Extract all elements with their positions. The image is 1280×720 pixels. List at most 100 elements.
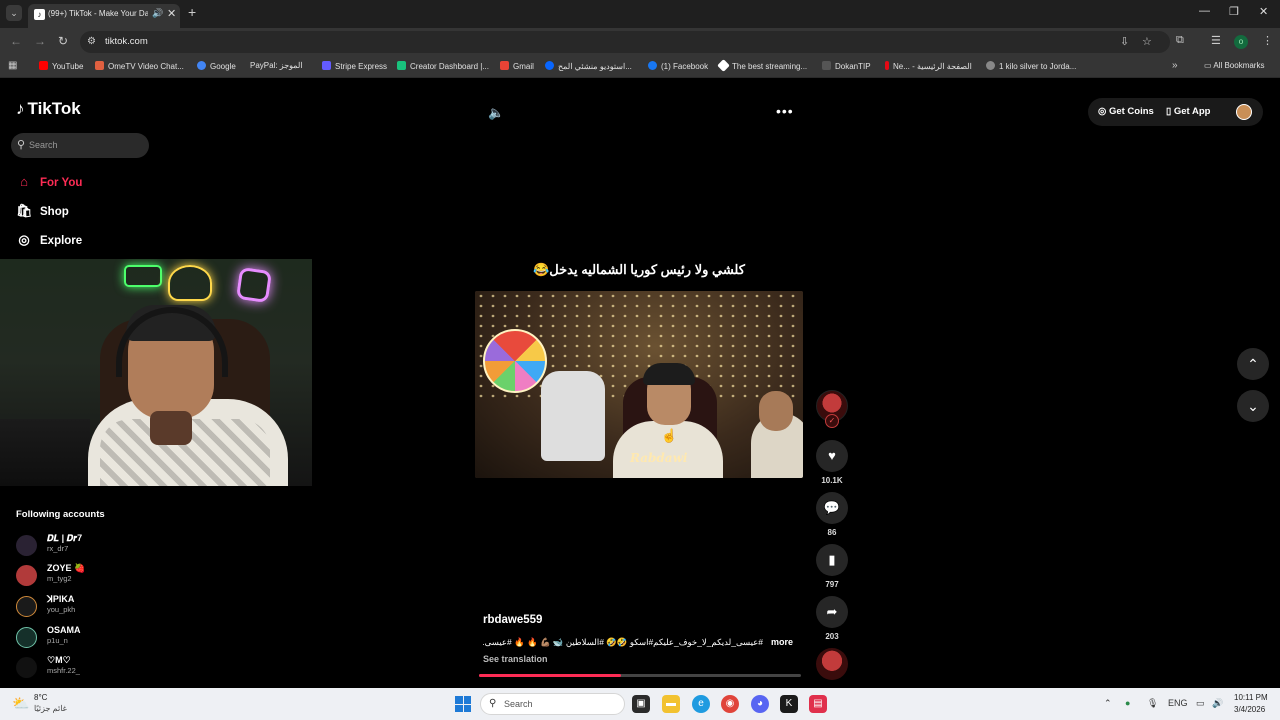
- progress-fill: [479, 674, 621, 677]
- weather-temperature: 8°C: [34, 693, 48, 702]
- video-progress-bar[interactable]: [479, 674, 801, 677]
- account-username: mshfr.22_: [47, 666, 80, 675]
- prize-wheel: [483, 329, 547, 393]
- bookmark-silver[interactable]: 1 kilo silver to Jorda...: [986, 61, 1076, 71]
- netflix-icon: [885, 61, 889, 70]
- bookmark-label: Gmail: [513, 62, 534, 71]
- file-explorer-icon[interactable]: ▬: [662, 695, 680, 713]
- bookmark-icon: ▮: [828, 552, 836, 567]
- previous-video-button[interactable]: ⌃: [1237, 348, 1269, 380]
- comment-count: 86: [827, 528, 837, 537]
- like-button[interactable]: ♥: [816, 440, 848, 472]
- more-options-icon[interactable]: •••: [776, 103, 794, 119]
- get-app-button[interactable]: ▯ Get App: [1166, 106, 1210, 117]
- network-icon[interactable]: ▭: [1196, 698, 1205, 709]
- chrome-icon[interactable]: ◉: [721, 695, 739, 713]
- followed-check-icon[interactable]: ✓: [825, 414, 839, 428]
- bookmark-creator-dashboard[interactable]: Creator Dashboard |...: [397, 61, 489, 71]
- volume-tray-icon[interactable]: 🔊: [1212, 698, 1223, 709]
- volume-icon[interactable]: 🔈: [488, 105, 504, 121]
- edge-icon[interactable]: e: [692, 695, 710, 713]
- reload-button[interactable]: ↻: [58, 34, 68, 48]
- chevron-down-icon: ⌄: [1247, 398, 1259, 414]
- task-view-icon[interactable]: ▣: [632, 695, 650, 713]
- share-button[interactable]: ➦: [816, 596, 848, 628]
- bookmark-streaming[interactable]: The best streaming...: [717, 59, 807, 72]
- tray-status-icon[interactable]: ●: [1125, 698, 1130, 708]
- shop-bag-icon: 🛍: [16, 203, 33, 218]
- profile-avatar[interactable]: o: [1234, 35, 1248, 49]
- nav-for-you[interactable]: ⌂ For You: [16, 174, 82, 194]
- nav-label: Explore: [40, 235, 83, 247]
- bookmark-google[interactable]: Google: [197, 61, 236, 71]
- partly-cloudy-icon[interactable]: ⛅: [12, 695, 29, 712]
- all-bookmarks-folder[interactable]: ▭ All Bookmarks: [1204, 61, 1264, 70]
- user-avatar[interactable]: [1236, 104, 1252, 120]
- bookmark-stripe[interactable]: Stripe Express: [322, 61, 387, 71]
- kick-app-icon[interactable]: K: [780, 695, 798, 713]
- search-input[interactable]: ⚲ Search: [11, 133, 149, 158]
- bookmark-label: (1) Facebook: [661, 62, 709, 71]
- site-info-icon[interactable]: ⚙: [87, 36, 96, 47]
- minimize-button[interactable]: —: [1199, 5, 1210, 17]
- video-player[interactable]: Rabdawi ☝: [475, 291, 803, 478]
- nav-explore[interactable]: ◎ Explore: [16, 232, 82, 252]
- get-coins-button[interactable]: ◎ Get Coins: [1098, 106, 1154, 117]
- logo-text: TikTok: [27, 99, 81, 118]
- tab-tiktok[interactable]: ♪ (99+) TikTok - Make Your Day 🔊 ✕: [28, 4, 180, 28]
- chrome-menu-icon[interactable]: ⋮: [1262, 34, 1273, 47]
- app-icon[interactable]: ▤: [809, 695, 827, 713]
- address-bar[interactable]: ⚙ tiktok.com ⇩ ☆: [80, 31, 1170, 53]
- see-translation-link[interactable]: See translation: [483, 654, 548, 664]
- bookmark-gmail[interactable]: Gmail: [500, 61, 534, 71]
- microphone-icon[interactable]: 🎙: [1147, 698, 1158, 709]
- install-app-icon[interactable]: ⇩: [1120, 35, 1129, 48]
- all-bookmarks-label: All Bookmarks: [1213, 61, 1265, 70]
- bookmark-dokantip[interactable]: DokanTIP: [822, 61, 871, 71]
- tiktok-note-icon: ♪: [16, 99, 25, 118]
- discord-icon[interactable]: ◕: [751, 695, 769, 713]
- google-icon: [197, 61, 206, 70]
- clock-time[interactable]: 10:11 PM: [1234, 693, 1268, 702]
- comment-button[interactable]: 💬: [816, 492, 848, 524]
- tiktok-logo[interactable]: ♪ TikTok: [16, 99, 81, 119]
- apps-grid-icon[interactable]: ▦: [8, 60, 17, 71]
- following-accounts-title: Following accounts: [16, 509, 105, 520]
- restore-button[interactable]: ❐: [1229, 5, 1239, 18]
- new-tab-button[interactable]: +: [188, 5, 196, 19]
- language-indicator[interactable]: ENG: [1168, 698, 1188, 708]
- video-author[interactable]: rbdawe559: [483, 614, 542, 626]
- more-bookmarks-icon[interactable]: »: [1172, 60, 1178, 71]
- bookmark-netflix[interactable]: Ne... - الصفحة الرئيسية: [885, 61, 972, 71]
- avatar: [16, 627, 37, 648]
- tab-search-button[interactable]: ⌄: [6, 5, 22, 21]
- account-username: rx_dr7: [47, 544, 69, 553]
- bookmark-ometv[interactable]: OmeTV Video Chat...: [95, 61, 184, 71]
- side-person-head: [759, 391, 793, 431]
- close-tab-icon[interactable]: ✕: [167, 7, 176, 20]
- neon-sign: [124, 265, 162, 287]
- more-link[interactable]: more: [771, 637, 793, 647]
- back-button[interactable]: ←: [10, 34, 22, 48]
- taskbar-search[interactable]: ⚲ Search: [480, 693, 625, 715]
- clock-date[interactable]: 3/4/2026: [1234, 705, 1265, 714]
- bookmark-paypal[interactable]: PayPal: الموجز: [250, 61, 303, 70]
- next-video-button[interactable]: ⌄: [1237, 390, 1269, 422]
- close-window-button[interactable]: ✕: [1259, 5, 1268, 18]
- share-arrow-icon: ➦: [826, 604, 838, 619]
- bookmark-star-icon[interactable]: ☆: [1142, 35, 1152, 48]
- nav-shop[interactable]: 🛍 Shop: [16, 203, 69, 223]
- show-hidden-icons[interactable]: ⌃: [1104, 698, 1112, 709]
- bookmark-facebook[interactable]: (1) Facebook: [648, 61, 708, 71]
- start-button[interactable]: [455, 696, 471, 712]
- music-disc[interactable]: [816, 648, 848, 680]
- speaker-icon[interactable]: 🔊: [152, 8, 163, 19]
- save-button[interactable]: ▮: [816, 544, 848, 576]
- bookmark-meta-studio[interactable]: استوديو منشئي المح...: [545, 61, 632, 71]
- extensions-icon[interactable]: ⧉: [1176, 34, 1184, 47]
- media-controls-icon[interactable]: ☰: [1211, 34, 1221, 47]
- browser-toolbar: ← → ↻ ⚙ tiktok.com ⇩ ☆ ⧉ ☰ o ⋮: [0, 28, 1280, 56]
- bookmark-youtube[interactable]: YouTube: [39, 61, 83, 71]
- dokantip-icon: [822, 61, 831, 70]
- forward-button[interactable]: →: [34, 34, 46, 48]
